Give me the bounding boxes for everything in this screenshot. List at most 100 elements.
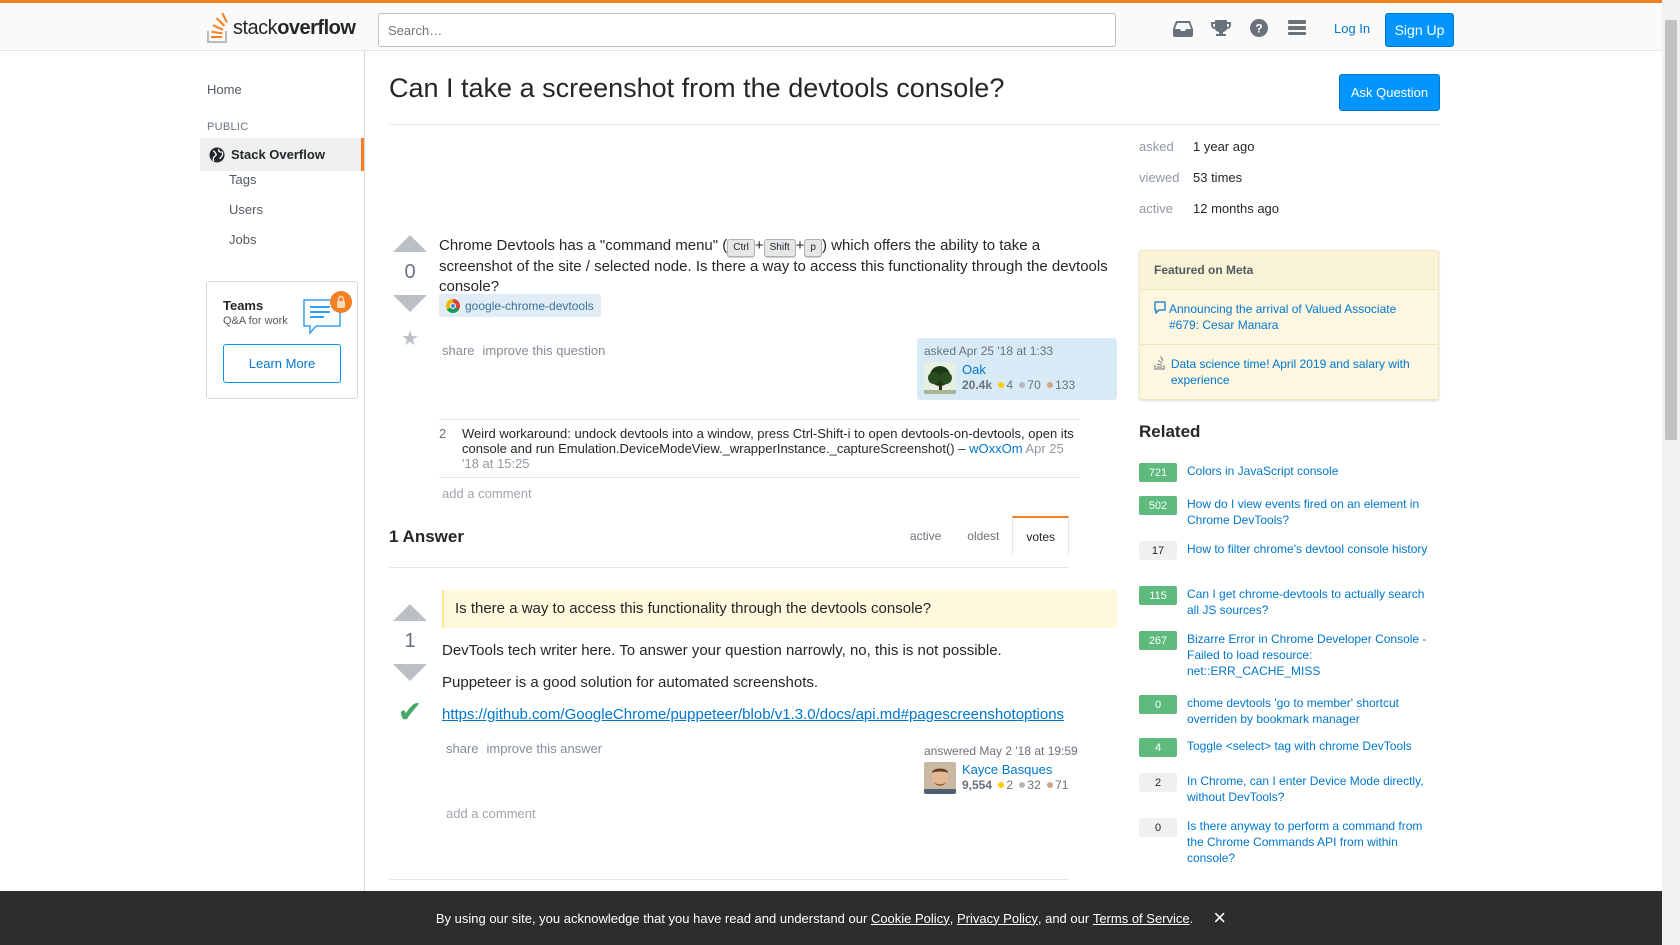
downvote-arrow-icon[interactable] — [393, 295, 427, 312]
close-icon[interactable]: × — [1213, 907, 1226, 929]
related-link[interactable]: Is there anyway to perform a command fro… — [1187, 818, 1439, 866]
nav-users[interactable]: Users — [229, 202, 263, 217]
share-link[interactable]: share — [446, 741, 479, 756]
learn-more-button[interactable]: Learn More — [223, 344, 341, 383]
search-input[interactable] — [378, 13, 1116, 47]
active-value[interactable]: 12 months ago — [1193, 201, 1279, 216]
comment-text: Weird workaround: undock devtools into a… — [462, 426, 1074, 471]
chrome-icon — [446, 298, 460, 313]
related-item: 721 Colors in JavaScript console — [1139, 463, 1439, 482]
scrollbar-thumb[interactable] — [1665, 20, 1677, 440]
nav-tags[interactable]: Tags — [229, 172, 256, 187]
question-stats: asked 1 year ago viewed 53 times active 12 … — [1139, 139, 1280, 216]
related-link[interactable]: Colors in JavaScript console — [1187, 463, 1338, 482]
upvote-arrow-icon[interactable] — [393, 604, 427, 621]
top-bar: stackoverflow ? Log In Sign Up — [0, 0, 1662, 51]
related-link[interactable]: Bizarre Error in Chrome Developer Consol… — [1187, 631, 1439, 679]
improve-question-link[interactable]: improve this question — [483, 343, 606, 358]
asked-value: 1 year ago — [1193, 139, 1255, 154]
meta-link[interactable]: Data science time! April 2019 and salary… — [1171, 356, 1424, 388]
favorite-star-icon[interactable]: ★ — [389, 326, 431, 351]
answer-paragraph: DevTools tech writer here. To answer you… — [442, 642, 1002, 659]
related-score: 4 — [1139, 738, 1177, 757]
downvote-arrow-icon[interactable] — [393, 664, 427, 681]
login-link[interactable]: Log In — [1334, 21, 1370, 36]
bronze-badge-icon — [1047, 782, 1054, 788]
accepted-check-icon: ✔ — [397, 696, 423, 729]
puppeteer-docs-link[interactable]: https://github.com/GoogleChrome/puppetee… — [442, 706, 1064, 723]
viewed-value: 53 times — [1193, 170, 1243, 185]
asker-reputation: 20.4k 4 70 133 — [962, 378, 1076, 392]
answer-body: Is there a way to access this functional… — [442, 590, 1117, 737]
related-score: 17 — [1139, 541, 1177, 560]
related-link[interactable]: Toggle <select> tag with chrome DevTools — [1187, 738, 1412, 757]
related-item: 17 How to filter chrome's devtool console… — [1139, 541, 1439, 560]
kbd-p: p — [804, 239, 822, 257]
achievements-icon[interactable] — [1210, 17, 1232, 39]
answers-header: 1 Answer active oldest votes — [389, 516, 1069, 568]
share-link[interactable]: share — [442, 343, 475, 358]
related-item: 4 Toggle <select> tag with chrome DevTool… — [1139, 738, 1439, 757]
scrollbar[interactable] — [1662, 0, 1680, 945]
silver-badge-icon — [1019, 382, 1026, 388]
related-link[interactable]: chome devtools 'go to member' shortcut o… — [1187, 695, 1439, 727]
nav-stack-overflow[interactable]: Stack Overflow — [200, 138, 364, 171]
nav-stack-overflow-label: Stack Overflow — [231, 147, 325, 162]
answers-count: 1 Answer — [389, 527, 464, 546]
signup-button[interactable]: Sign Up — [1385, 13, 1454, 47]
asker-name[interactable]: Oak — [962, 362, 986, 377]
question-score: 0 — [404, 261, 416, 283]
related-link[interactable]: In Chrome, can I enter Device Mode direc… — [1187, 773, 1439, 805]
gold-badge-icon — [998, 382, 1005, 388]
nav-jobs[interactable]: Jobs — [229, 232, 256, 247]
site-switcher-icon[interactable] — [1286, 17, 1308, 39]
answer-blockquote: Is there a way to access this functional… — [442, 590, 1117, 628]
nav-home[interactable]: Home — [207, 82, 242, 97]
logo-text: stackoverflow — [233, 16, 356, 39]
site-logo[interactable]: stackoverflow — [207, 12, 356, 44]
answer-vote-cell: 1 ✔ — [389, 604, 431, 730]
add-comment-link[interactable]: add a comment — [439, 478, 1079, 501]
tab-oldest[interactable]: oldest — [954, 516, 1012, 556]
privacy-policy-link[interactable]: Privacy Policy — [957, 911, 1038, 926]
help-icon[interactable]: ? — [1248, 17, 1270, 39]
teams-subtitle: Q&A for work — [223, 315, 288, 327]
stack-logo-icon — [207, 13, 228, 43]
related-item: 0 chome devtools 'go to member' shortcut … — [1139, 695, 1439, 727]
featured-meta-box: Featured on Meta Announcing the arrival … — [1139, 250, 1439, 400]
left-sidebar: Home PUBLIC Stack Overflow Tags Users Jo… — [200, 51, 365, 891]
globe-icon — [209, 147, 225, 162]
related-score: 0 — [1139, 818, 1177, 837]
tab-active[interactable]: active — [897, 516, 954, 556]
related-item: 502 How do I view events fired on an elem… — [1139, 496, 1439, 528]
cookie-banner: By using our site, you acknowledge that … — [0, 891, 1662, 945]
comment-user[interactable]: wOxxOm — [969, 441, 1022, 456]
terms-of-service-link[interactable]: Terms of Service — [1093, 911, 1190, 926]
related-title: Related — [1139, 422, 1201, 441]
improve-answer-link[interactable]: improve this answer — [487, 741, 603, 756]
gold-badge-icon — [998, 782, 1005, 788]
answerer-name[interactable]: Kayce Basques — [962, 762, 1052, 777]
related-item: 0 Is there anyway to perform a command fr… — [1139, 818, 1439, 866]
asked-time: asked Apr 25 '18 at 1:33 — [924, 344, 1054, 358]
add-comment-link[interactable]: add a comment — [446, 806, 536, 821]
inbox-icon[interactable] — [1172, 17, 1194, 39]
upvote-arrow-icon[interactable] — [393, 235, 427, 252]
teams-promo: Teams Q&A for work Learn More — [206, 281, 358, 399]
related-link[interactable]: How do I view events fired on an element… — [1187, 496, 1439, 528]
question-comments: 2 Weird workaround: undock devtools into… — [439, 419, 1079, 501]
question-vote-cell: 0 ★ — [389, 235, 431, 351]
cookie-policy-link[interactable]: Cookie Policy — [871, 911, 950, 926]
question-title[interactable]: Can I take a screenshot from the devtool… — [389, 73, 1004, 104]
related-link[interactable]: How to filter chrome's devtool console h… — [1187, 541, 1427, 560]
tag-google-chrome-devtools[interactable]: google-chrome-devtools — [439, 294, 601, 317]
question-body: Chrome Devtools has a "command menu" (Ct… — [439, 237, 1108, 295]
ask-question-button[interactable]: Ask Question — [1339, 74, 1440, 111]
avatar[interactable] — [924, 762, 956, 794]
answerer-card: answered May 2 '18 at 19:59 Kayce Basque… — [917, 738, 1117, 800]
avatar[interactable] — [924, 362, 956, 394]
tab-votes[interactable]: votes — [1012, 516, 1069, 556]
meta-link[interactable]: Announcing the arrival of Valued Associa… — [1169, 301, 1424, 333]
related-link[interactable]: Can I get chrome-devtools to actually se… — [1187, 586, 1439, 618]
answer-post-menu: share improve this answer — [446, 741, 610, 756]
